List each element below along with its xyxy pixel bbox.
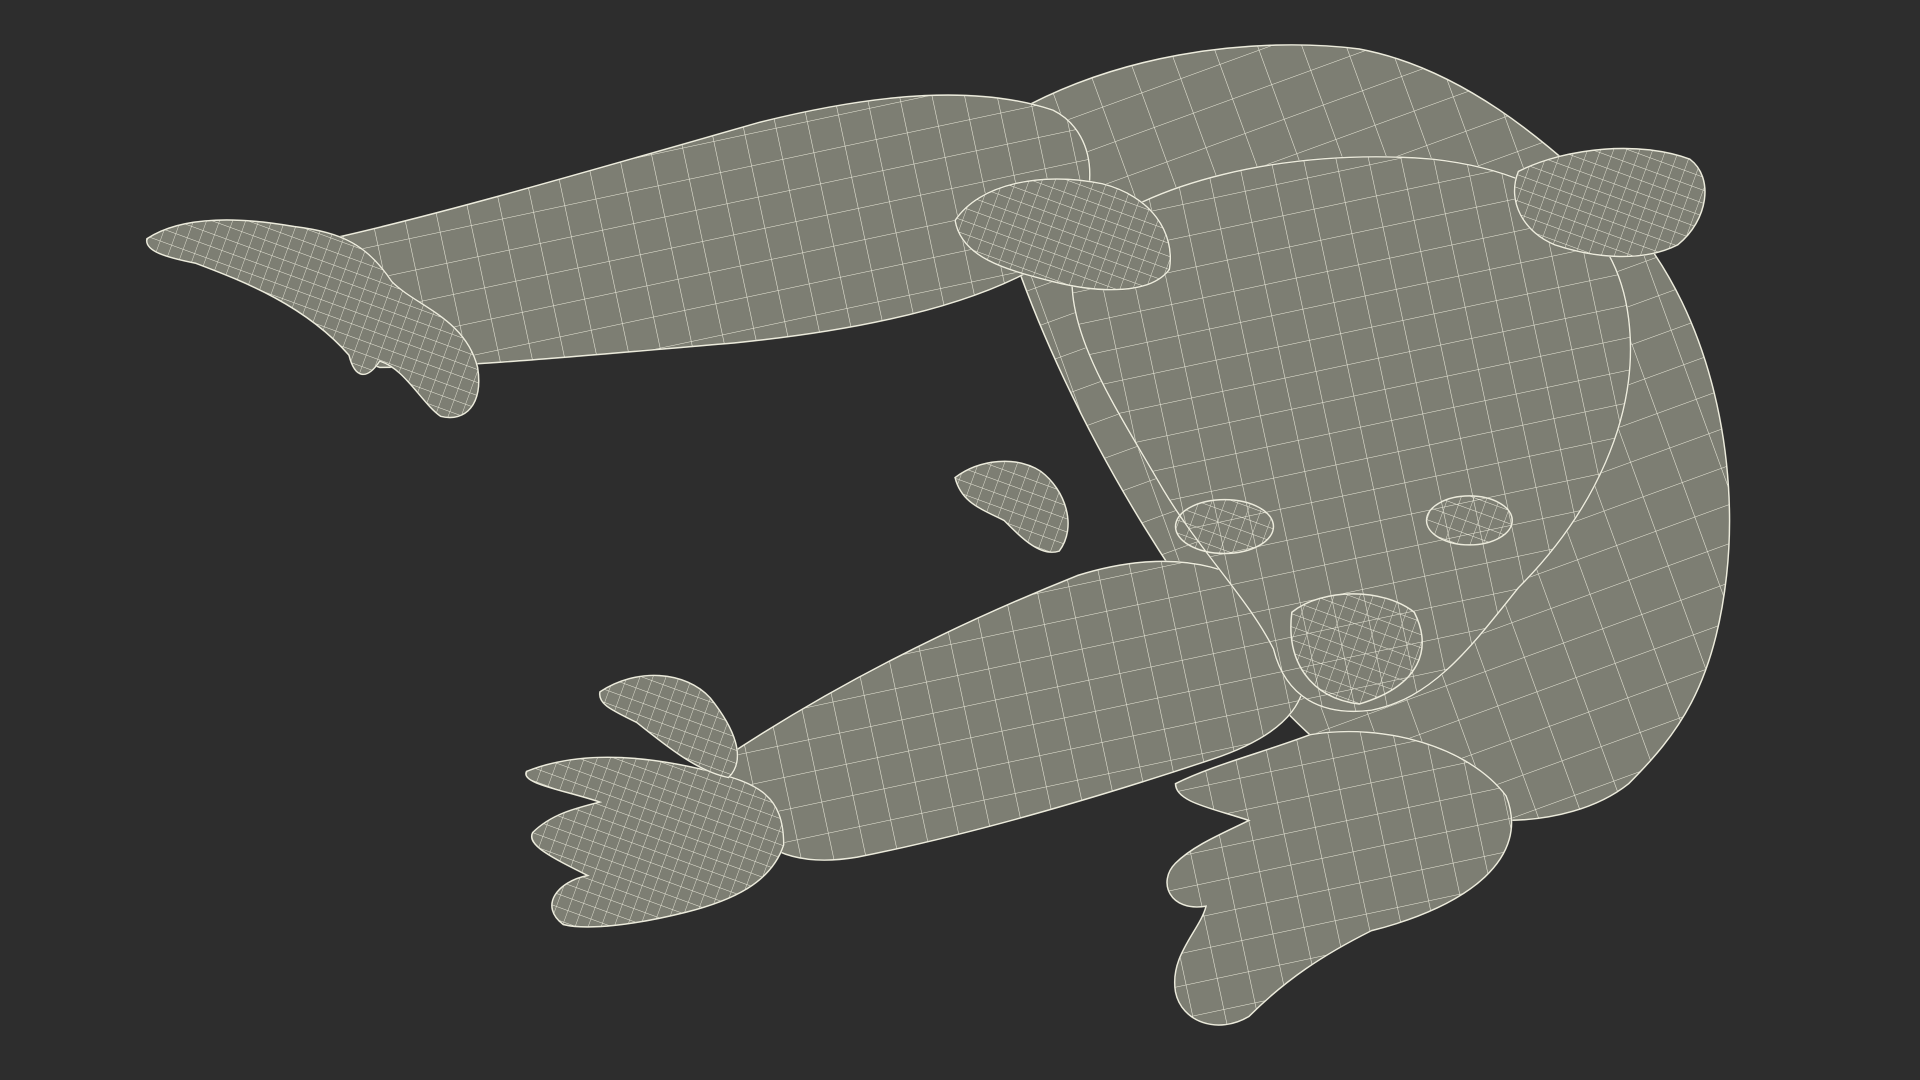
render-viewport (0, 0, 1920, 1080)
hind-leg (1166, 730, 1513, 1026)
lower-left-hand (525, 674, 785, 928)
inner-paw (954, 460, 1069, 554)
lower-left-arm (721, 560, 1307, 861)
wireframe-render (146, 44, 1731, 1026)
